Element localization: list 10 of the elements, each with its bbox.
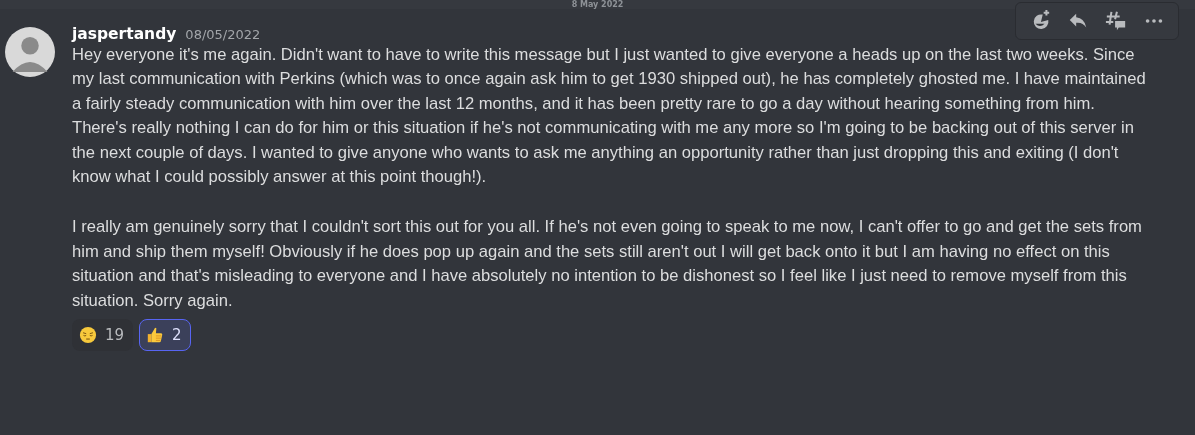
pensive-face-icon [79, 326, 97, 345]
message-text: Hey everyone it's me again. Didn't want to have to write this message but I just wanted to give everyone a heads up on the last two weeks. Since my last communication with Perkins (which was to once again ask him to get 1930 shipped out), he has completely ghosted me. I have maintained a fairly steady communication with him over the last 12 months, and it has been pretty rare to go a day without hearing something from him. There's really nothing I can do for him or this situation if he's not communicating with me any more so I'm going to be backing out of this server in the next couple of days. I wanted to give anyone who wants to ask me anything an opportunity rather than just dropping this and exiting (I don't know what I could possibly answer at this point though!). [72, 44, 1147, 189]
message-text: I really am genuinely sorry that I couldn't sort this out for you all. If he's not even going to speak to me now, I can't offer to go and get the sets from him and ship them myself! Obviously if he does pop up again and the sets still aren't out I will get back onto it but I am having no effect on this situation and that's misleading to everyone and I have absolutely no intention to be dishonest so I feel like I just need to remove myself from this situation. Sorry again. [72, 216, 1143, 312]
timestamp: 08/05/2022 [185, 27, 261, 42]
username[interactable]: jaspertandy [72, 25, 177, 43]
thumbs-up-icon [146, 326, 165, 345]
date-divider: 8 May 2022 [571, 1, 624, 9]
avatar[interactable] [5, 27, 55, 77]
reaction-button[interactable]: 2 [139, 319, 191, 352]
reaction-button[interactable]: 19 [72, 319, 134, 352]
